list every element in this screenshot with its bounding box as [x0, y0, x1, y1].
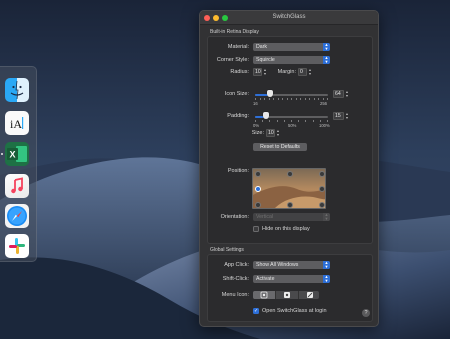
- menu-icon-option-3[interactable]: [299, 291, 321, 299]
- svg-text:iA: iA: [10, 117, 22, 131]
- svg-text:X: X: [10, 150, 16, 160]
- size-field[interactable]: 10: [266, 129, 275, 137]
- icon-size-stepper[interactable]: ▲ ▼: [345, 90, 349, 98]
- icon-size-label: Icon Size:: [224, 91, 249, 97]
- switchglass-window: SwitchGlass Built-in Retina Display Mate…: [199, 10, 379, 327]
- padding-mid: 50%: [288, 123, 297, 128]
- open-at-login-label: Open SwitchGlass at login: [262, 308, 327, 314]
- position-bottom-left[interactable]: [255, 202, 261, 208]
- chevron-updown-icon: ▲ ▼: [323, 55, 330, 64]
- position-preview[interactable]: [252, 168, 326, 209]
- padding-field[interactable]: 15: [333, 112, 344, 120]
- padding-min: 0%: [253, 123, 260, 128]
- menu-icon-segmented-control[interactable]: [253, 291, 319, 299]
- music-icon[interactable]: [5, 174, 29, 198]
- slack-icon[interactable]: [5, 234, 29, 258]
- size-label: Size:: [251, 130, 264, 136]
- position-bottom-center[interactable]: [287, 202, 293, 208]
- menu-icon-label: Menu Icon:: [221, 292, 249, 298]
- section-title-display: Built-in Retina Display: [210, 29, 259, 35]
- margin-field[interactable]: 0: [298, 68, 307, 76]
- position-label: Position:: [227, 168, 249, 174]
- icon-size-ticks: [255, 98, 328, 101]
- help-button[interactable]: ?: [362, 309, 370, 317]
- running-indicator: [1, 153, 3, 155]
- padding-max: 100%: [319, 123, 330, 128]
- padding-stepper[interactable]: ▲ ▼: [345, 112, 349, 120]
- margin-stepper[interactable]: ▲ ▼: [308, 68, 312, 76]
- icon-size-min: 16: [253, 101, 258, 106]
- position-top-left[interactable]: [255, 171, 261, 177]
- position-middle-right[interactable]: [319, 186, 325, 192]
- chevron-updown-icon: ▲ ▼: [323, 212, 330, 221]
- corner-style-select[interactable]: Squircle ▲ ▼: [253, 56, 330, 64]
- icon-size-knob[interactable]: [267, 90, 273, 97]
- position-middle-left[interactable]: [255, 186, 261, 192]
- app-click-value: Show All Windows: [256, 262, 299, 268]
- close-button[interactable]: [204, 15, 210, 21]
- shift-click-select[interactable]: Activate ▲ ▼: [253, 275, 330, 283]
- icon-size-field[interactable]: 64: [333, 90, 344, 98]
- material-label: Material:: [227, 44, 249, 50]
- minimize-button[interactable]: [213, 15, 219, 21]
- filled-square-icon: [284, 292, 290, 298]
- size-stepper[interactable]: ▲ ▼: [276, 129, 280, 137]
- app-click-label: App Click:: [224, 262, 249, 268]
- corner-style-label: Corner Style:: [216, 57, 249, 63]
- material-value: Dark: [256, 44, 267, 50]
- position-bottom-right[interactable]: [319, 202, 325, 208]
- radius-field[interactable]: 10: [253, 68, 262, 76]
- shift-click-label: Shift-Click:: [222, 276, 249, 282]
- section-title-global: Global Settings: [210, 247, 244, 253]
- orientation-label: Orientation:: [220, 214, 249, 220]
- app-click-select[interactable]: Show All Windows ▲ ▼: [253, 261, 330, 269]
- position-top-center[interactable]: [287, 171, 293, 177]
- material-select[interactable]: Dark ▲ ▼: [253, 43, 330, 51]
- chevron-updown-icon: ▲ ▼: [323, 274, 330, 283]
- orientation-select: Vertical ▲ ▼: [253, 213, 330, 221]
- diagonal-square-icon: [307, 292, 313, 298]
- square-dot-icon: [260, 291, 268, 299]
- corner-style-value: Squircle: [256, 57, 275, 63]
- hide-on-display-label: Hide on this display: [262, 226, 310, 232]
- open-at-login-checkbox[interactable]: ✓: [253, 308, 259, 314]
- menu-icon-option-1[interactable]: [253, 291, 276, 299]
- margin-label: Margin:: [277, 69, 296, 75]
- menu-icon-option-2[interactable]: [276, 291, 299, 299]
- icon-size-slider[interactable]: [255, 94, 328, 96]
- radius-label: Radius:: [230, 69, 249, 75]
- excel-icon[interactable]: X: [5, 142, 29, 166]
- orientation-value: Vertical: [256, 214, 274, 220]
- hide-on-display-checkbox[interactable]: [253, 226, 259, 232]
- padding-knob[interactable]: [263, 112, 269, 119]
- padding-label: Padding:: [227, 113, 249, 119]
- dock: iA X: [0, 66, 37, 262]
- safari-icon[interactable]: [5, 204, 29, 228]
- icon-size-max: 256: [320, 101, 327, 106]
- title-bar[interactable]: SwitchGlass: [200, 11, 378, 25]
- chevron-updown-icon: ▲ ▼: [323, 260, 330, 269]
- shift-click-value: Activate: [256, 276, 275, 282]
- position-top-right[interactable]: [319, 171, 325, 177]
- text-editor-icon[interactable]: iA: [5, 111, 29, 135]
- reset-defaults-button[interactable]: Reset to Defaults: [253, 143, 307, 151]
- window-title: SwitchGlass: [272, 14, 306, 20]
- radius-stepper[interactable]: ▲ ▼: [263, 68, 267, 76]
- zoom-button[interactable]: [222, 15, 228, 21]
- chevron-updown-icon: ▲ ▼: [323, 42, 330, 51]
- finder-icon[interactable]: [5, 78, 29, 102]
